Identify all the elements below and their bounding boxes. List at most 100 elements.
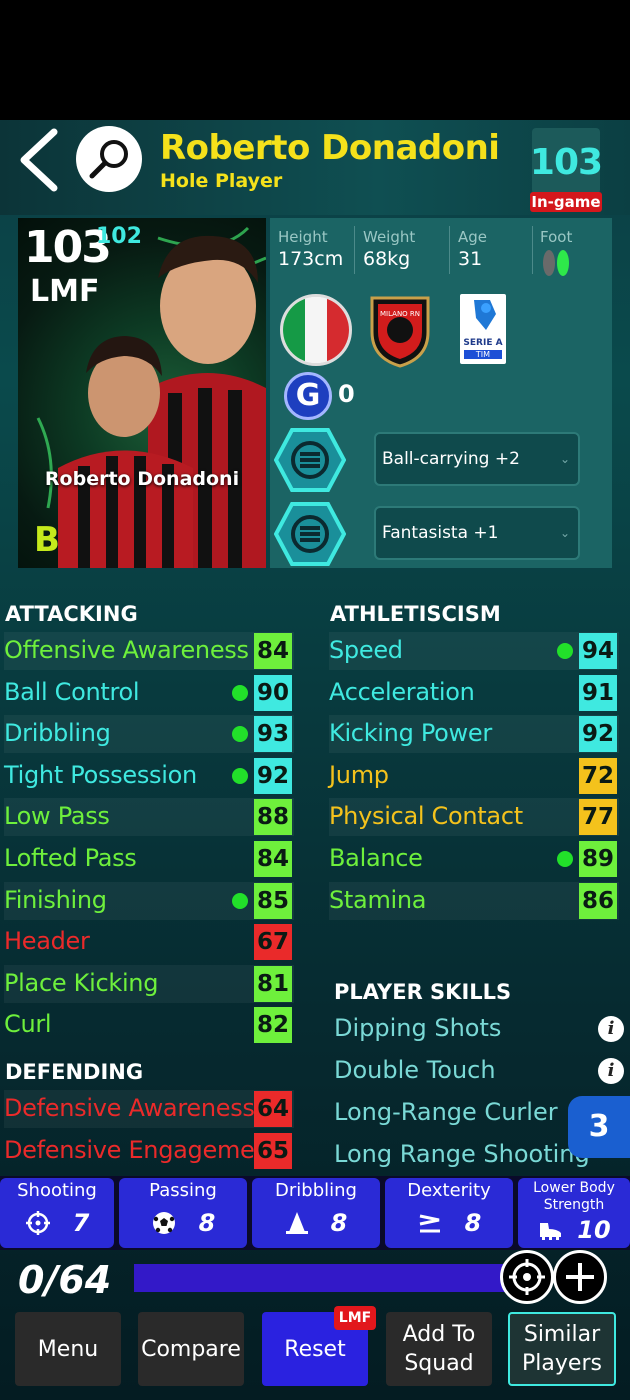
booster-dropdown-1[interactable]: Ball-carrying +2 ⌄ — [374, 432, 580, 486]
player-skill-item[interactable]: Long-Range Curler — [334, 1098, 558, 1126]
category-shooting[interactable]: Shooting 7 — [0, 1178, 114, 1248]
category-value: 7 — [72, 1209, 90, 1237]
defending-title: DEFENDING — [5, 1060, 144, 1084]
foot-icon — [543, 250, 569, 276]
stat-value: 84 — [254, 633, 292, 669]
target-button[interactable] — [500, 1250, 554, 1304]
club-badge-icon: MILANO RN — [370, 296, 430, 368]
overall-rating: 103 — [529, 142, 603, 183]
add-to-squad-button[interactable]: Add To Squad — [386, 1312, 492, 1386]
stat-name: Curl — [4, 1010, 52, 1039]
stat-name: Low Pass — [4, 802, 110, 831]
stat-row: Place Kicking 81 — [4, 965, 294, 1003]
foot-label: Foot — [540, 228, 573, 246]
compare-button[interactable]: Compare — [138, 1312, 244, 1386]
club-badge-text: MILANO RN — [380, 310, 420, 318]
weight-value: 68kg — [363, 248, 411, 270]
stat-value: 90 — [254, 674, 292, 711]
chevron-down-icon: ⌄ — [559, 526, 570, 540]
add-button[interactable] — [553, 1250, 607, 1304]
player-skills-title: PLAYER SKILLS — [334, 980, 512, 1004]
stat-name: Physical Contact — [329, 802, 523, 831]
add-to-squad-label: Add To Squad — [402, 1322, 476, 1376]
search-icon — [89, 140, 128, 179]
category-value: 8 — [330, 1209, 348, 1237]
age-label: Age — [458, 228, 488, 246]
attacking-title: ATTACKING — [5, 602, 138, 626]
stat-row: Stamina 86 — [329, 882, 619, 920]
booster-dot-icon — [232, 767, 248, 784]
skill-count-badge[interactable]: 3 — [568, 1096, 630, 1158]
stat-row: Physical Contact 77 — [329, 798, 619, 836]
dexterity-icon — [419, 1214, 440, 1233]
category-lower-body-strength[interactable]: Lower Body Strength 10 — [518, 1178, 630, 1248]
booster-dropdown-2[interactable]: Fantasista +1 ⌄ — [374, 506, 580, 560]
age-value: 31 — [458, 248, 483, 270]
player-card: 103 102 LMF Roberto Donadoni B — [18, 218, 266, 568]
stat-name: Offensive Awareness — [4, 636, 249, 664]
booster-dot-icon — [557, 643, 573, 659]
card-position: LMF — [30, 274, 100, 309]
stat-name: Finishing — [4, 885, 107, 914]
stat-value: 86 — [579, 882, 617, 919]
stat-row: Balance 89 — [329, 840, 619, 878]
booster-dot-icon — [232, 684, 248, 701]
stat-name: Jump — [329, 760, 389, 789]
stat-row: Finishing 85 — [4, 882, 294, 920]
stat-row: Jump 72 — [329, 757, 619, 795]
category-dribbling[interactable]: Dribbling 8 — [252, 1178, 380, 1248]
stat-row: Lofted Pass 84 — [4, 840, 294, 878]
crosshair-icon — [25, 1211, 50, 1235]
position-badge: LMF — [334, 1306, 376, 1330]
stat-row: Tight Possession 92 — [4, 757, 294, 795]
weight-attr: Weight 68kg — [363, 228, 415, 270]
category-passing[interactable]: Passing 8 — [119, 1178, 247, 1248]
player-name: Roberto Donadoni — [160, 128, 500, 168]
height-attr: Height 173cm — [278, 228, 343, 270]
category-dexterity[interactable]: Dexterity 8 — [385, 1178, 513, 1248]
stat-value: 64 — [254, 1091, 292, 1127]
g-badge-icon: G — [284, 372, 332, 420]
booster-dot-icon — [232, 726, 248, 743]
card-player-name: Roberto Donadoni — [44, 468, 240, 490]
height-value: 173cm — [278, 248, 344, 270]
app: Roberto Donadoni Hole Player 103 In-game — [0, 0, 630, 1400]
reset-label: Reset — [284, 1336, 346, 1362]
category-label: Dribbling — [275, 1180, 357, 1201]
category-value: 8 — [464, 1209, 482, 1237]
progress-bar — [134, 1264, 506, 1292]
back-button[interactable] — [14, 124, 66, 196]
stat-row: Acceleration 91 — [329, 674, 619, 712]
stat-value: 89 — [579, 841, 617, 877]
plus-icon — [566, 1263, 594, 1291]
stat-value: 94 — [579, 633, 617, 669]
menu-button[interactable]: Menu — [15, 1312, 121, 1386]
ball-icon — [152, 1212, 175, 1234]
stat-name: Place Kicking — [4, 968, 159, 997]
booster-label: Ball-carrying +2 — [382, 449, 520, 469]
stat-row: Speed 94 — [329, 632, 619, 670]
category-value: 10 — [577, 1216, 611, 1244]
player-skill-item[interactable]: Dipping Shots — [334, 1014, 501, 1042]
player-skill-item[interactable]: Long Range Shooting — [334, 1140, 590, 1168]
stat-value: 72 — [579, 757, 617, 794]
booster-dot-icon — [232, 892, 248, 909]
stat-value: 81 — [254, 965, 292, 1002]
search-button[interactable] — [76, 126, 142, 192]
stat-name: Ball Control — [4, 677, 140, 706]
category-label: Lower Body Strength — [533, 1180, 615, 1213]
stat-name: Acceleration — [329, 677, 475, 706]
stat-value: 93 — [254, 716, 292, 753]
stat-name: Balance — [329, 844, 423, 872]
player-role: Hole Player — [160, 170, 283, 192]
category-label: Passing — [149, 1180, 217, 1201]
player-skill-item[interactable]: Double Touch — [334, 1056, 496, 1084]
category-label: Shooting — [17, 1180, 97, 1201]
info-icon[interactable]: i — [598, 1016, 624, 1042]
info-icon[interactable]: i — [598, 1058, 624, 1084]
similar-players-button[interactable]: Similar Players — [508, 1312, 616, 1386]
stat-row: Defensive Awareness 64 — [4, 1090, 294, 1128]
stat-value: 85 — [254, 882, 292, 919]
stat-name: Dribbling — [4, 719, 111, 748]
stat-row: Header 67 — [4, 923, 294, 961]
